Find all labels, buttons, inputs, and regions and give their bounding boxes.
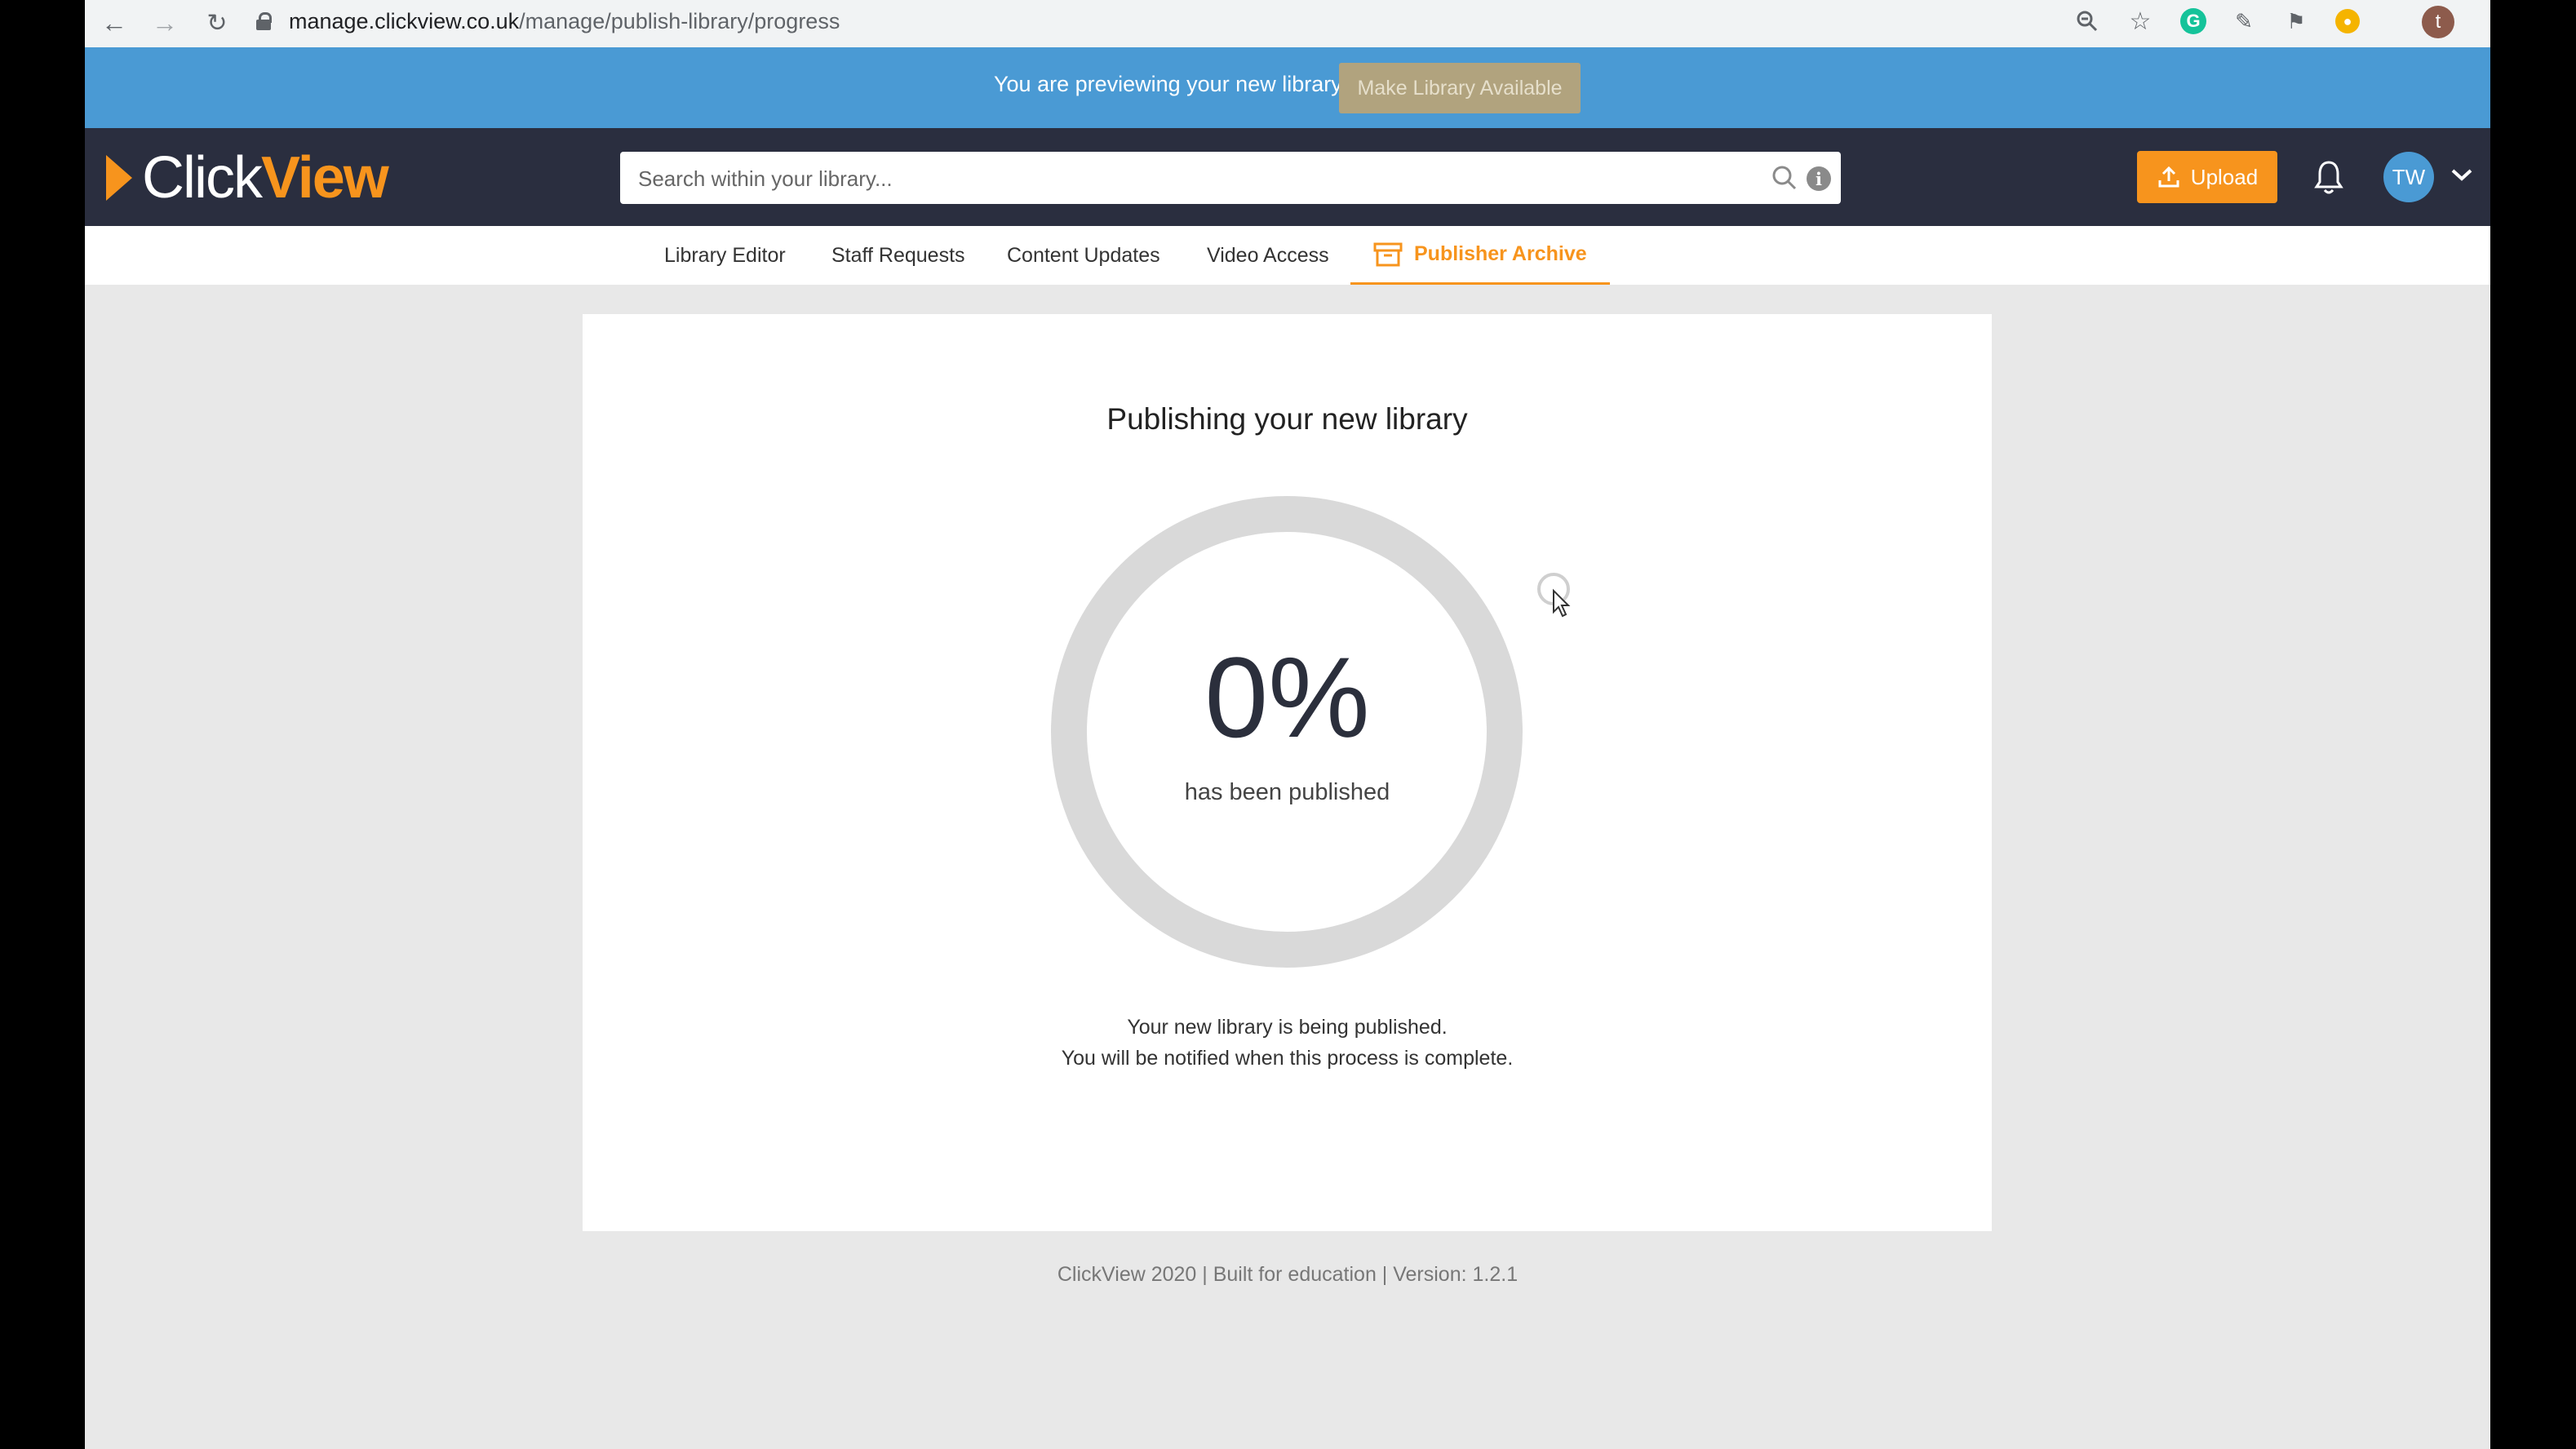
app-header: ClickView i Upload TW <box>85 128 2490 226</box>
status-message-line: You will be notified when this process i… <box>1061 1047 1514 1070</box>
address-bar[interactable]: manage.clickview.co.uk/manage/publish-li… <box>256 2 2215 41</box>
tab-staff-requests[interactable]: Staff Requests <box>831 226 965 285</box>
page-title: Publishing your new library <box>1106 402 1468 436</box>
tab-publisher-archive[interactable]: Publisher Archive <box>1350 226 1610 285</box>
preview-banner-text: You are previewing your new library <box>994 72 1342 96</box>
make-library-available-button[interactable]: Make Library Available <box>1339 63 1581 113</box>
forward-icon[interactable]: → <box>147 5 183 41</box>
notifications-bell-icon[interactable] <box>2312 159 2345 195</box>
progress-subtitle: has been published <box>1184 779 1390 805</box>
search-input[interactable] <box>636 152 1749 206</box>
search-box: i <box>620 152 1841 206</box>
bookmark-star-icon[interactable]: ☆ <box>2124 5 2157 38</box>
tab-library-editor[interactable]: Library Editor <box>664 226 786 285</box>
url-text: manage.clickview.co.uk/manage/publish-li… <box>289 8 840 33</box>
tab-content-updates[interactable]: Content Updates <box>1007 226 1160 285</box>
logo-play-icon <box>106 155 132 201</box>
upload-button[interactable]: Upload <box>2137 151 2277 203</box>
lock-icon <box>256 12 272 30</box>
status-message: Your new library is being published. You… <box>583 1012 1992 1074</box>
archive-icon <box>1373 242 1403 266</box>
mouse-cursor-icon <box>1537 573 1571 618</box>
chevron-down-icon[interactable] <box>2450 166 2474 184</box>
grammarly-icon[interactable]: G <box>2180 8 2206 34</box>
user-avatar[interactable]: TW <box>2383 152 2434 202</box>
extension-icon[interactable]: ● <box>2335 9 2360 33</box>
status-message-line: Your new library is being published. <box>1127 1016 1448 1039</box>
extension-icon[interactable]: ⚑ <box>2280 5 2312 38</box>
reload-icon[interactable]: ↻ <box>199 5 235 41</box>
publish-progress-card: Publishing your new library 0% has been … <box>583 314 1992 1231</box>
app-window: ← → ↻ manage.clickview.co.uk/manage/publ… <box>85 0 2490 1449</box>
back-icon[interactable]: ← <box>96 5 132 41</box>
extension-icon[interactable]: ✎ <box>2228 5 2260 38</box>
zoom-icon[interactable] <box>2071 5 2104 38</box>
preview-banner: You are previewing your new library Make… <box>85 47 2490 128</box>
tab-video-access[interactable]: Video Access <box>1207 226 1329 285</box>
nav-tabs: Library Editor Staff Requests Content Up… <box>85 226 2490 285</box>
browser-profile-avatar[interactable]: t <box>2422 6 2454 38</box>
search-icon[interactable] <box>1771 164 1798 192</box>
info-icon[interactable]: i <box>1807 166 1831 191</box>
upload-icon <box>2158 166 2179 188</box>
browser-toolbar: ← → ↻ manage.clickview.co.uk/manage/publ… <box>85 0 2490 47</box>
clickview-logo[interactable]: Click View <box>106 145 389 210</box>
footer-text: ClickView 2020 | Built for education | V… <box>1057 1263 1519 1286</box>
progress-percent: 0% <box>1204 633 1370 761</box>
